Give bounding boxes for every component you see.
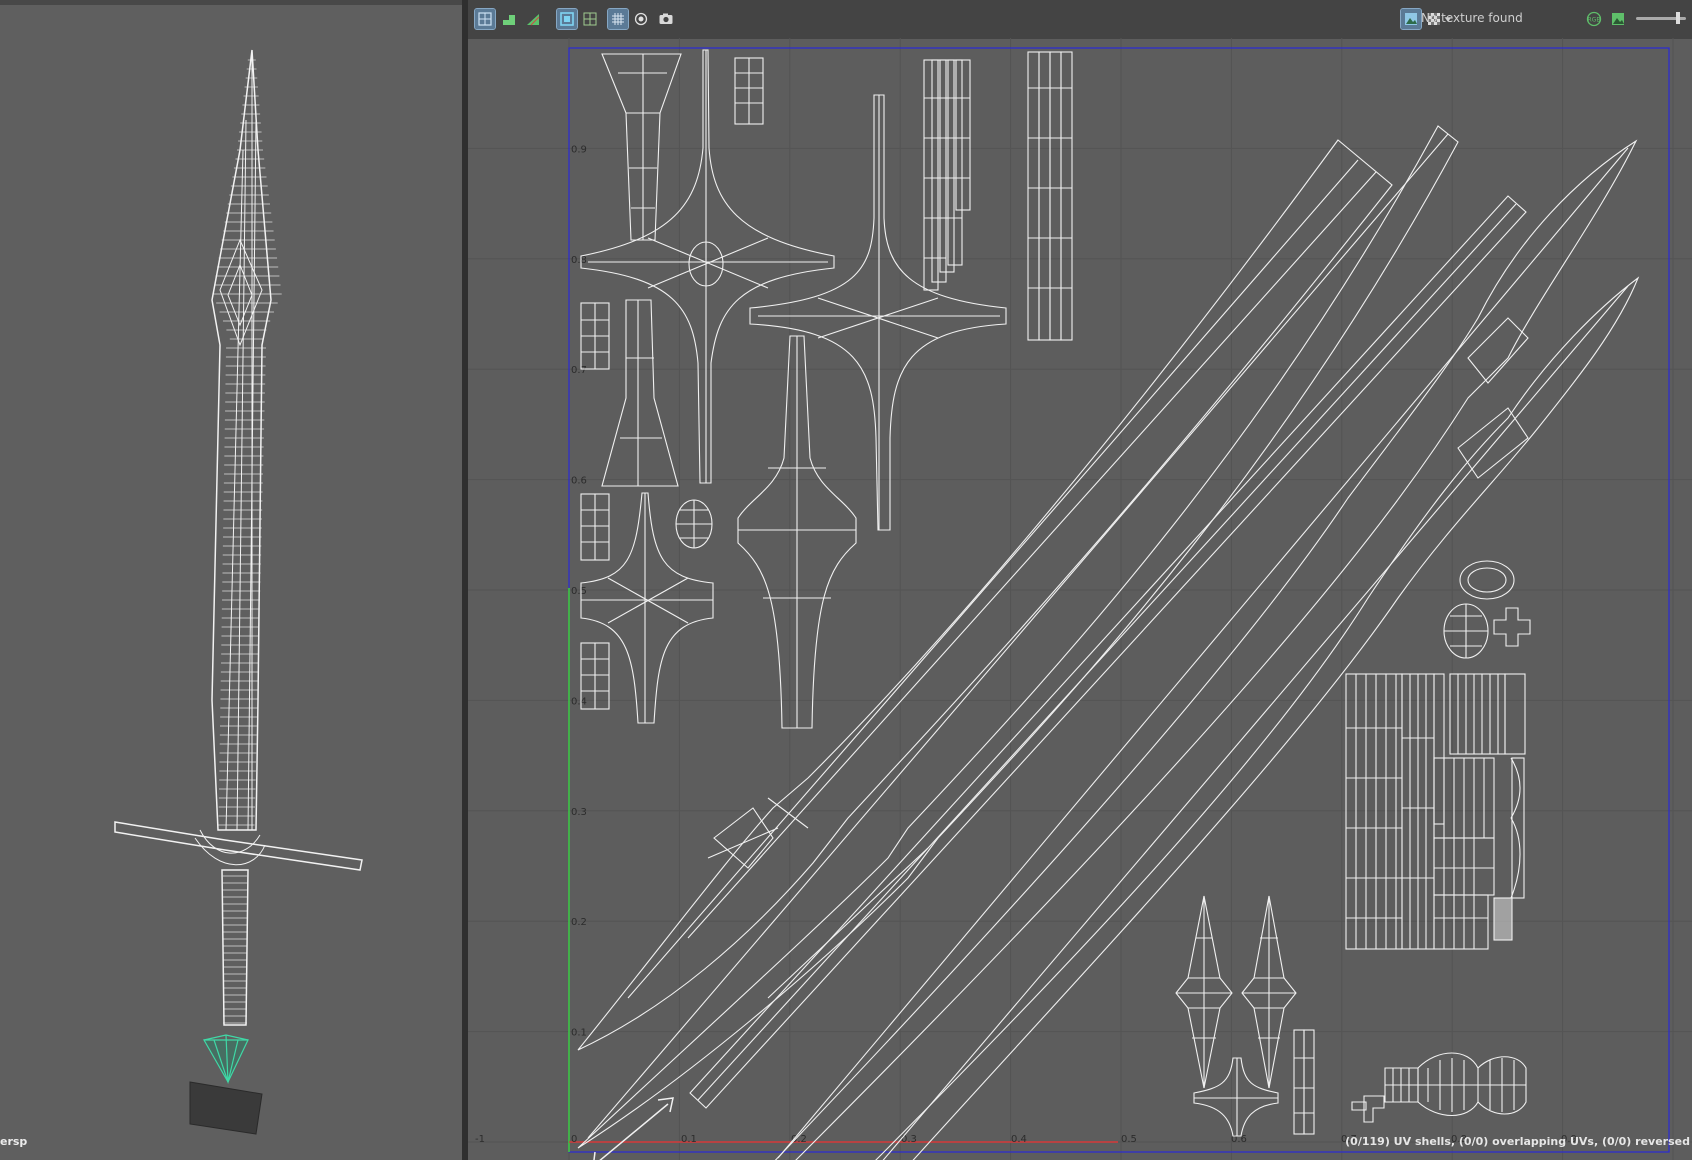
u-tick-label: 0.1	[681, 1134, 697, 1145]
uv-shell	[1493, 607, 1531, 647]
pommel-selected	[202, 1034, 249, 1085]
uv-shell	[875, 276, 1640, 1160]
uv-shell	[1417, 1052, 1527, 1116]
u-tick-label: 0.4	[1011, 1134, 1027, 1145]
image-alpha-icon[interactable]	[1608, 9, 1628, 29]
v-tick-label: 0.7	[571, 365, 587, 376]
uv-shell	[1363, 1095, 1385, 1123]
uv-shell	[580, 49, 835, 484]
uv-shell	[577, 139, 1393, 1051]
uv-shell	[1027, 51, 1040, 341]
u-tick-label: 0	[571, 1134, 577, 1145]
snapshot-icon[interactable]	[656, 9, 676, 29]
shaded-uv-icon[interactable]	[499, 9, 519, 29]
uv-shell	[1345, 673, 1403, 950]
u-tick-label: 0.5	[1121, 1134, 1137, 1145]
v-tick-label: 0.1	[571, 1028, 587, 1039]
uv-grid-icon[interactable]	[474, 8, 496, 30]
v-tick-label: 0.6	[571, 476, 587, 487]
pixel-snap-icon[interactable]	[631, 9, 651, 29]
uv-canvas[interactable]: 0.90.80.70.60.50.40.30.20.1 -1 0 0.1 0.2 0.3…	[468, 38, 1692, 1160]
uv-toolbar: No texture found RGB	[468, 0, 1692, 39]
image-icon[interactable]	[1400, 8, 1422, 30]
camera-label: ersp	[0, 1135, 28, 1148]
distortion-icon[interactable]	[523, 9, 543, 29]
uv-shell	[1293, 1029, 1305, 1135]
svg-text:RGB: RGB	[1588, 17, 1601, 24]
v-tick-label: 0.8	[571, 255, 587, 266]
exposure-slider-handle[interactable]	[1676, 12, 1680, 24]
texture-status-label: No texture found	[1421, 11, 1523, 25]
texture-borders-icon[interactable]	[556, 8, 578, 30]
grid-toggle-icon[interactable]	[607, 8, 629, 30]
v-tick-label: 0.5	[571, 586, 587, 597]
rgb-icon[interactable]: RGB	[1584, 9, 1604, 29]
uv-shell	[580, 492, 714, 724]
u-tick-label: -1	[475, 1134, 485, 1145]
perspective-viewport[interactable]: ersp	[0, 0, 462, 1160]
v-tick-label: 0.4	[571, 696, 587, 707]
ground-plane-grid	[189, 1081, 263, 1135]
uv-shell	[749, 94, 1007, 531]
sword-wireframe-model[interactable]	[0, 0, 462, 1160]
uv-editor-panel[interactable]: No texture found RGB 0.9 0.8 0.7 0.6 0.5 0.4 0…	[468, 0, 1692, 1160]
v-tick-label: 0.2	[571, 917, 587, 928]
uv-status-readout: (0/119) UV shells, (0/0) overlapping UVs…	[1345, 1135, 1690, 1148]
uv-shell	[923, 59, 939, 291]
v-tick-label: 0.9	[571, 144, 587, 155]
uv-shell	[601, 299, 679, 487]
uv-shell	[601, 53, 682, 241]
checker-icon[interactable]	[580, 9, 600, 29]
uv-shells	[577, 49, 1640, 1160]
uv-shell	[577, 125, 1459, 1149]
v-tick-label: 0.3	[571, 807, 587, 818]
